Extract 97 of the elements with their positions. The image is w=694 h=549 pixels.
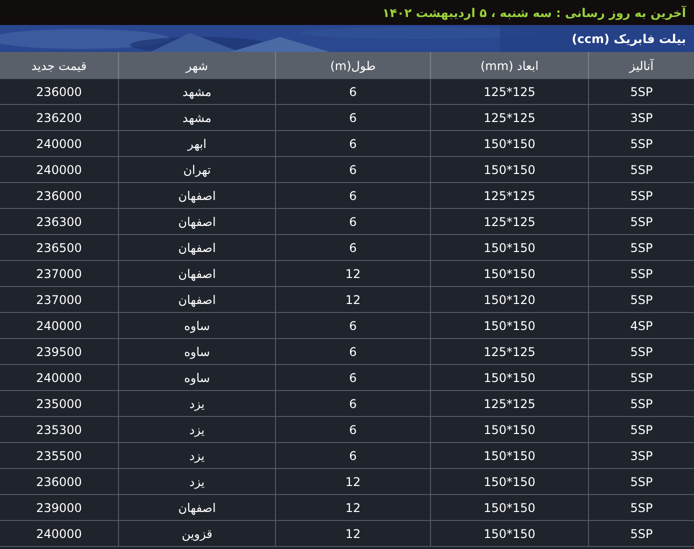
table-cell: یزد: [118, 417, 275, 442]
table-cell-text: 235500: [35, 448, 83, 464]
table-cell-text: 236000: [35, 188, 83, 204]
table-cell: 150*150: [430, 365, 588, 390]
table-cell: 150*120: [430, 287, 588, 312]
table-cell-text: 240000: [35, 370, 83, 386]
table-cell: 150*150: [430, 443, 588, 468]
table-cell: 5SP: [588, 183, 694, 208]
table-cell: 125*125: [430, 183, 588, 208]
column-header: آنالیز: [588, 52, 694, 79]
table-cell: 6: [275, 131, 430, 156]
table-cell: 150*150: [430, 131, 588, 156]
table-cell: یزد: [118, 443, 275, 468]
table-cell: 6: [275, 365, 430, 390]
table-cell: 5SP: [588, 235, 694, 260]
table-cell: 125*125: [430, 209, 588, 234]
table-cell-text: 240000: [35, 136, 83, 152]
table-cell: 6: [275, 391, 430, 416]
table-cell: ساوه: [118, 339, 275, 364]
table-cell: 5SP: [588, 391, 694, 416]
table-cell: 125*125: [430, 391, 588, 416]
table-cell: یزد: [118, 391, 275, 416]
table-cell: 150*150: [430, 417, 588, 442]
table-cell: 150*150: [430, 469, 588, 494]
table-cell: 5SP: [588, 131, 694, 156]
table-cell: 125*125: [430, 79, 588, 104]
table-cell: 12: [275, 287, 430, 312]
table-cell: قزوین: [118, 521, 275, 546]
table-cell: 150*150: [430, 157, 588, 182]
column-header: ابعاد (mm): [430, 52, 588, 79]
table-cell: 5SP: [588, 287, 694, 312]
table-cell: 6: [275, 339, 430, 364]
table-cell: 6: [275, 417, 430, 442]
table-cell: 150*150: [430, 235, 588, 260]
table-cell: 5SP: [588, 365, 694, 390]
table-cell: ساوه: [118, 365, 275, 390]
table-cell: مشهد: [118, 79, 275, 104]
column-header: طول(m): [275, 52, 430, 79]
table-cell: 150*150: [430, 261, 588, 286]
table-cell-text: 237000: [35, 292, 83, 308]
table-cell: اصفهان: [118, 235, 275, 260]
column-header: شهر: [118, 52, 275, 79]
table-cell: 6: [275, 313, 430, 338]
table-cell: 5SP: [588, 417, 694, 442]
table-cell: اصفهان: [118, 287, 275, 312]
table-cell: 6: [275, 157, 430, 182]
table-cell: تهران: [118, 157, 275, 182]
table-cell: 125*125: [430, 339, 588, 364]
table-cell: 150*150: [430, 495, 588, 520]
table-cell: 3SP: [588, 105, 694, 130]
table-cell: 5SP: [588, 157, 694, 182]
table-cell: ساوه: [118, 313, 275, 338]
table-cell-text: 235300: [35, 422, 83, 438]
table-cell: مشهد: [118, 105, 275, 130]
table-cell: 12: [275, 261, 430, 286]
table-cell: 12: [275, 495, 430, 520]
table-cell: 5SP: [588, 79, 694, 104]
table-cell-text: 239500: [35, 344, 83, 360]
table-cell: ابهر: [118, 131, 275, 156]
table-cell: اصفهان: [118, 261, 275, 286]
table-cell: اصفهان: [118, 183, 275, 208]
table-cell: اصفهان: [118, 495, 275, 520]
table-cell: 3SP: [588, 443, 694, 468]
banner-title: بیلت فابریک (ccm): [572, 30, 686, 48]
table-cell-text: 237000: [35, 266, 83, 282]
table-cell: 5SP: [588, 261, 694, 286]
table-cell-text: 236300: [35, 214, 83, 230]
table-cell-text: 235000: [35, 396, 83, 412]
table-cell: 6: [275, 443, 430, 468]
table-cell-text: 240000: [35, 318, 83, 334]
table-cell: 5SP: [588, 339, 694, 364]
table-cell-text: 236000: [35, 84, 83, 100]
table-cell: 6: [275, 183, 430, 208]
table-cell: اصفهان: [118, 209, 275, 234]
table-cell-text: 236200: [35, 110, 83, 126]
table-cell-text: 239000: [35, 500, 83, 516]
table-cell: 150*150: [430, 521, 588, 546]
table-cell: 125*125: [430, 105, 588, 130]
table-cell: 6: [275, 105, 430, 130]
table-cell: 12: [275, 469, 430, 494]
table-cell-text: 240000: [35, 162, 83, 178]
table-cell: 5SP: [588, 521, 694, 546]
table-cell: 6: [275, 235, 430, 260]
table-cell: 5SP: [588, 495, 694, 520]
table-cell: 5SP: [588, 469, 694, 494]
table-cell: 12: [275, 521, 430, 546]
table-cell: 150*150: [430, 313, 588, 338]
table-cell-text: 240000: [35, 526, 83, 542]
table-cell-text: 236500: [35, 240, 83, 256]
column-header: قیمت جدید: [30, 58, 88, 74]
table-cell: یزد: [118, 469, 275, 494]
table-cell: 4SP: [588, 313, 694, 338]
table-cell-text: 236000: [35, 474, 83, 490]
table-cell: 6: [275, 209, 430, 234]
last-update-text: آخرین به روز رسانی : سه شنبه ، ۵ اردیبهشت ۱۴۰۲: [382, 4, 686, 22]
table-cell: 6: [275, 79, 430, 104]
table-cell: 5SP: [588, 209, 694, 234]
